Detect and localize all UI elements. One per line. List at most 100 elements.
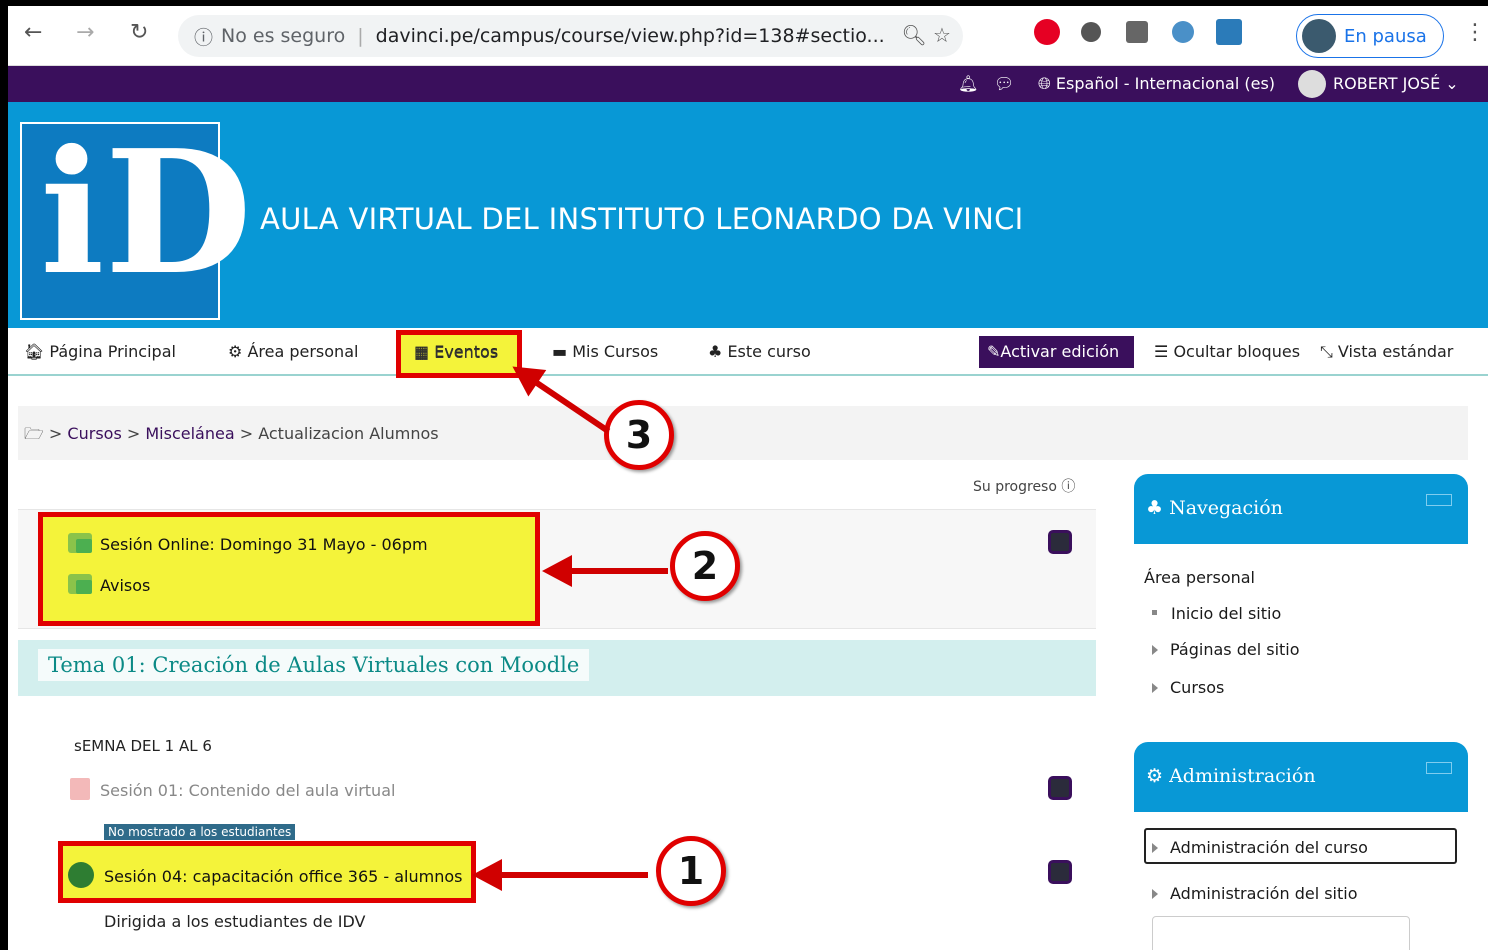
annotation-1: 1: [656, 836, 726, 906]
nav-events-overlay-label: Eventos: [434, 343, 499, 362]
expand-icon: [1152, 889, 1158, 899]
block-controls[interactable]: [1426, 494, 1452, 506]
block-admin-title: Administración: [1169, 765, 1316, 787]
expand-icon: [1152, 843, 1158, 853]
activity-forum-avisos[interactable]: Avisos: [68, 574, 150, 595]
profile-avatar: [1302, 19, 1336, 53]
nav-paginas-sitio[interactable]: Páginas del sitio: [1152, 640, 1300, 659]
activity-session01-label: Sesión 01: Contenido del aula virtual: [100, 781, 396, 800]
reload-icon[interactable]: ↻: [130, 20, 148, 45]
admin-curso[interactable]: Administración del curso: [1152, 838, 1368, 857]
arrow-2: [542, 555, 668, 587]
messages-icon[interactable]: 💬︎: [994, 74, 1014, 93]
expand-icon: [1152, 645, 1158, 655]
activity-session04-label: Sesión 04: capacitación office 365 - alu…: [104, 867, 463, 886]
globe-icon: 🌐︎: [1038, 74, 1051, 93]
progress-text: Su progreso: [973, 479, 1057, 495]
nav-personal-label: Área personal: [247, 342, 359, 361]
completion-checkbox[interactable]: [1048, 530, 1072, 554]
crumb-current: Actualizacion Alumnos: [258, 424, 439, 443]
block-controls[interactable]: [1426, 762, 1452, 774]
nav-paginas-label: Páginas del sitio: [1170, 640, 1300, 659]
extension-icon[interactable]: [1081, 22, 1101, 42]
highlight-section0: [38, 512, 540, 626]
nav-cursos[interactable]: Cursos: [1152, 678, 1224, 697]
s-extension-icon[interactable]: [1216, 19, 1242, 45]
block-navegacion-title: Navegación: [1169, 497, 1283, 519]
nav-personal[interactable]: ⚙ Área personal: [228, 342, 358, 361]
activate-edit-button[interactable]: ✎Activar edición: [979, 336, 1134, 368]
site-header: iD AULA VIRTUAL DEL INSTITUTO LEONARDO D…: [8, 102, 1488, 328]
completion-checkbox[interactable]: [1048, 776, 1072, 800]
crumb-cursos[interactable]: Cursos: [67, 424, 121, 443]
expand-icon: [1152, 683, 1158, 693]
nav-events-overlay[interactable]: ▦ Eventos: [414, 343, 498, 362]
browser-toolbar: ← → ↻ ⓘ No es seguro | davinci.pe/campus…: [8, 6, 1488, 66]
crumb-misc[interactable]: Miscelánea: [145, 424, 234, 443]
standard-view-label: Vista estándar: [1337, 342, 1454, 361]
url-divider: |: [357, 25, 364, 47]
activity-forum-online-label: Sesión Online: Domingo 31 Mayo - 06pm: [100, 535, 428, 554]
section-title[interactable]: Tema 01: Creación de Aulas Virtuales con…: [38, 649, 590, 681]
section-topic-01: Tema 01: Creación de Aulas Virtuales con…: [18, 640, 1096, 696]
pdf-icon: [70, 778, 90, 800]
nav-mycourses-label: Mis Cursos: [572, 342, 659, 361]
nav-home-label: Página Principal: [49, 342, 176, 361]
main-nav: 🏠︎ Página Principal ⚙ Área personal ▦ Ev…: [8, 328, 1488, 376]
admin-sitio[interactable]: Administración del sitio: [1152, 884, 1358, 903]
nav-mycourses[interactable]: ▬ Mis Cursos: [552, 342, 658, 361]
activity-forum-avisos-label: Avisos: [100, 576, 151, 595]
annotation-2: 2: [670, 531, 740, 601]
profile-button[interactable]: En pausa: [1296, 14, 1444, 58]
activity-forum-online[interactable]: Sesión Online: Domingo 31 Mayo - 06pm: [68, 533, 428, 554]
zoom-star-icons[interactable]: 🔍︎ ☆: [901, 23, 951, 47]
nav-home[interactable]: 🏠︎ Página Principal: [24, 342, 176, 361]
admin-search-input[interactable]: [1152, 916, 1410, 950]
back-icon[interactable]: ←: [24, 20, 42, 45]
site-logo[interactable]: iD: [20, 122, 252, 320]
session04-description: Dirigida a los estudiantes de IDV: [104, 912, 366, 931]
pinterest-icon[interactable]: [1034, 19, 1060, 45]
moodle-topbar: 🔔︎ 💬︎ 🌐︎ Español - Internacional (es) RO…: [8, 66, 1488, 102]
address-bar[interactable]: ⓘ No es seguro | davinci.pe/campus/cours…: [178, 15, 963, 57]
bell-icon[interactable]: 🔔︎: [958, 74, 978, 93]
opera-icon[interactable]: [1172, 21, 1194, 43]
forum-icon: [68, 574, 92, 594]
breadcrumb: 🗁 > Cursos > Miscelánea > Actualizacion …: [18, 406, 1468, 460]
info-icon[interactable]: ⓘ: [194, 23, 213, 50]
nav-inicio-label: Inicio del sitio: [1171, 604, 1282, 623]
admin-curso-label: Administración del curso: [1170, 838, 1368, 857]
language-menu[interactable]: 🌐︎ Español - Internacional (es): [1038, 74, 1275, 94]
hidden-badge: No mostrado a los estudiantes: [104, 824, 296, 840]
folder-icon: 🗁: [24, 424, 44, 443]
security-label: No es seguro: [221, 25, 346, 47]
completion-checkbox[interactable]: [1048, 860, 1072, 884]
activity-session01[interactable]: Sesión 01: Contenido del aula virtual: [70, 778, 395, 800]
arrow-1: [472, 859, 648, 891]
activity-session04[interactable]: Sesión 04: capacitación office 365 - alu…: [68, 862, 462, 888]
nav-area-personal[interactable]: Área personal: [1144, 568, 1255, 587]
user-menu[interactable]: ROBERT JOSÉ ⌄: [1333, 74, 1459, 93]
progress-label: Su progreso ⓘ: [973, 479, 1076, 495]
nav-inicio-sitio[interactable]: Inicio del sitio: [1152, 604, 1281, 623]
site-title: AULA VIRTUAL DEL INSTITUTO LEONARDO DA V…: [260, 202, 1024, 236]
user-avatar[interactable]: [1298, 70, 1326, 98]
activate-edit-label: Activar edición: [1000, 342, 1120, 361]
block-navegacion-header: ♣ Navegación: [1134, 474, 1468, 544]
forward-icon[interactable]: →: [76, 20, 94, 45]
annotation-3: 3: [604, 400, 674, 470]
nav-thiscourse[interactable]: ♣ Este curso: [708, 342, 811, 361]
forum-icon: [68, 533, 92, 553]
url-text: davinci.pe/campus/course/view.php?id=138…: [375, 25, 885, 47]
block-admin-header: ⚙ Administración: [1134, 742, 1468, 812]
browser-window: ← → ↻ ⓘ No es seguro | davinci.pe/campus…: [8, 6, 1488, 950]
standard-view-button[interactable]: ⤡ Vista estándar: [1320, 342, 1453, 362]
hide-blocks-button[interactable]: ☰ Ocultar bloques: [1154, 342, 1300, 361]
hide-blocks-label: Ocultar bloques: [1173, 342, 1301, 361]
drive-icon[interactable]: [1126, 21, 1148, 43]
menu-icon[interactable]: ⋮: [1464, 20, 1486, 45]
admin-sitio-label: Administración del sitio: [1170, 884, 1358, 903]
user-name: ROBERT JOSÉ: [1333, 74, 1441, 93]
profile-label: En pausa: [1344, 25, 1427, 47]
bullet-icon: [1152, 610, 1157, 615]
